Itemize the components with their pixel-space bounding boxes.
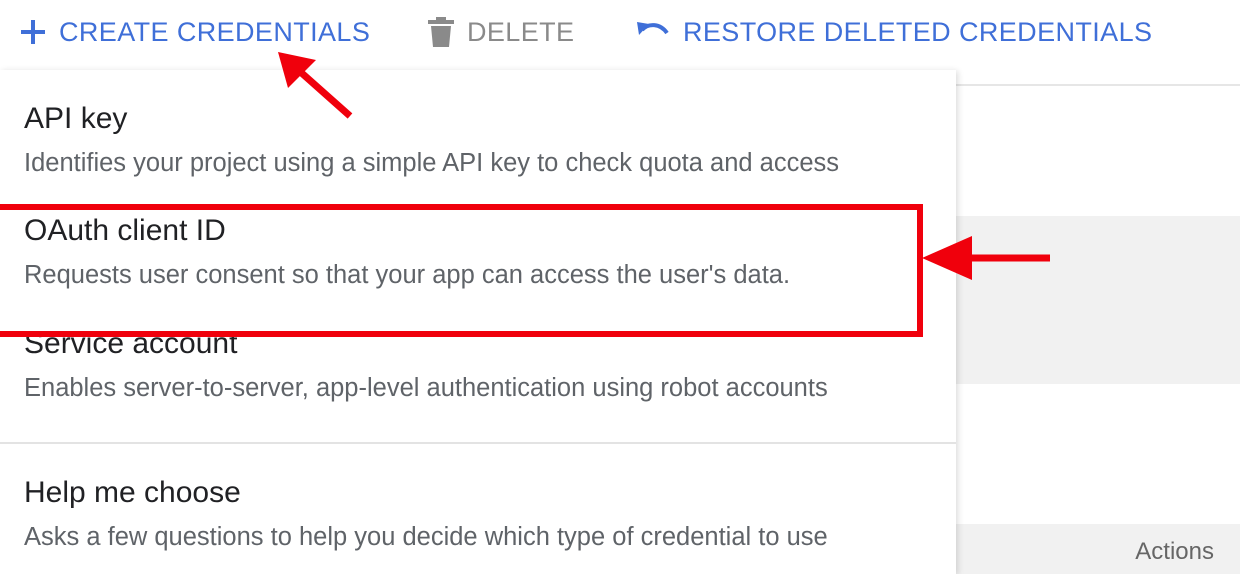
menu-item-title: OAuth client ID [24, 214, 226, 247]
restore-deleted-credentials-button[interactable]: RESTORE DELETED CREDENTIALS [636, 10, 1152, 54]
delete-button[interactable]: DELETE [428, 10, 574, 54]
create-credentials-label: CREATE CREDENTIALS [59, 16, 371, 47]
menu-item-description: Asks a few questions to help you decide … [24, 523, 828, 551]
menu-item-title: Help me choose [24, 476, 241, 509]
undo-icon [636, 21, 670, 43]
menu-item-title: Service account [24, 327, 238, 360]
menu-item-oauth-client-id[interactable]: OAuth client ID Requests user consent so… [0, 182, 956, 294]
menu-item-title: API key [24, 102, 128, 135]
menu-item-description: Enables server-to-server, app-level auth… [24, 374, 828, 402]
create-credentials-button[interactable]: CREATE CREDENTIALS [20, 10, 370, 54]
trash-icon [428, 17, 454, 47]
plus-icon [20, 19, 46, 45]
credentials-toolbar: CREATE CREDENTIALS DELETE RESTORE DELETE… [0, 0, 1240, 64]
create-credentials-menu: API key Identifies your project using a … [0, 70, 956, 574]
menu-item-description: Requests user consent so that your app c… [24, 261, 791, 289]
menu-item-api-key[interactable]: API key Identifies your project using a … [0, 70, 956, 182]
table-row [956, 216, 1240, 384]
delete-label: DELETE [467, 16, 575, 47]
menu-item-description: Identifies your project using a simple A… [24, 149, 840, 177]
menu-item-help-me-choose[interactable]: Help me choose Asks a few questions to h… [0, 444, 956, 574]
page-divider [956, 84, 1240, 86]
menu-item-service-account[interactable]: Service account Enables server-to-server… [0, 294, 956, 442]
restore-deleted-credentials-label: RESTORE DELETED CREDENTIALS [683, 16, 1153, 47]
actions-column-header: Actions [1135, 538, 1214, 565]
